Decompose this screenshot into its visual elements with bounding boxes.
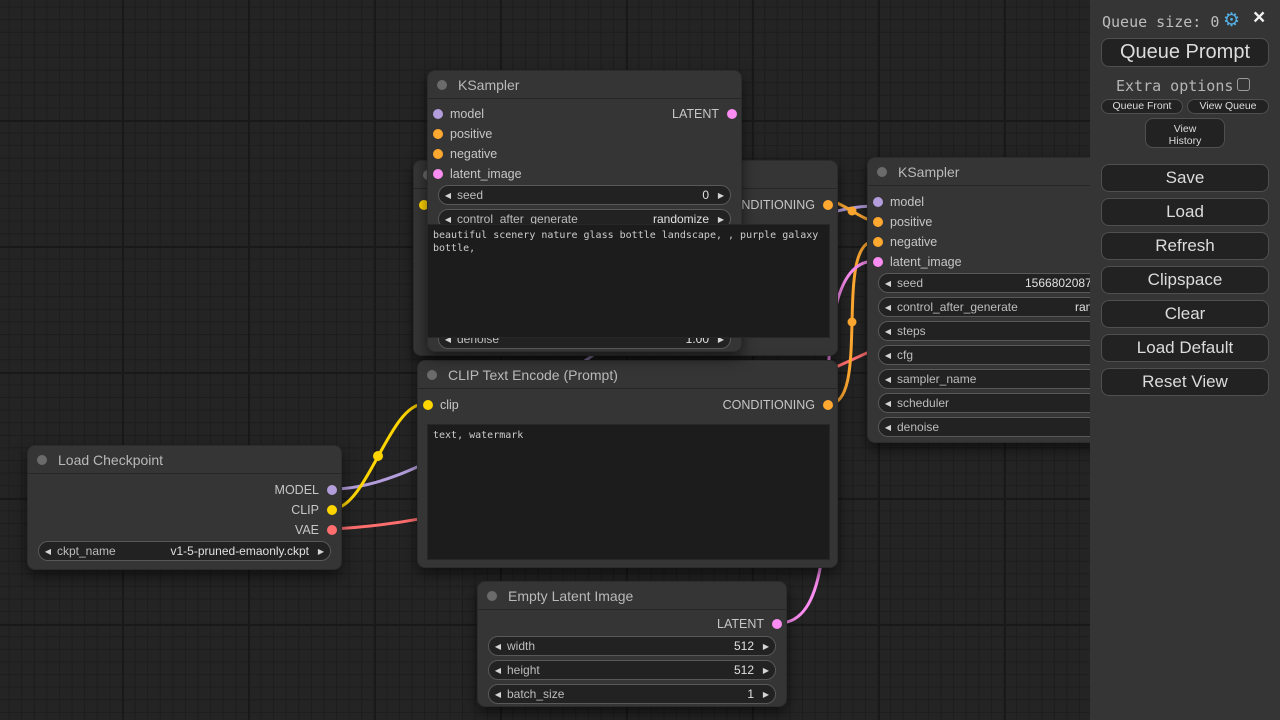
link-dot	[848, 318, 857, 327]
positive-prompt-textarea[interactable]: beautiful scenery nature glass bottle la…	[427, 224, 830, 338]
clear-button[interactable]: Clear	[1101, 300, 1269, 328]
decrement-arrow-icon[interactable]: ◀	[879, 279, 897, 288]
negative-input-slot[interactable]	[873, 237, 883, 247]
vae-output-slot[interactable]	[327, 525, 337, 535]
model-input-slot[interactable]	[873, 197, 883, 207]
load-button[interactable]: Load	[1101, 198, 1269, 226]
collapse-dot[interactable]	[487, 591, 497, 601]
clip-output-slot[interactable]	[327, 505, 337, 515]
increment-arrow-icon[interactable]: ▶	[757, 690, 775, 699]
reset-view-button[interactable]: Reset View	[1101, 368, 1269, 396]
clipspace-button[interactable]: Clipspace	[1101, 266, 1269, 294]
decrement-arrow-icon[interactable]: ◀	[879, 351, 897, 360]
refresh-button[interactable]: Refresh	[1101, 232, 1269, 260]
height-widget[interactable]: ◀ height 512 ▶	[488, 660, 776, 680]
decrement-arrow-icon[interactable]: ◀	[39, 547, 57, 556]
decrement-arrow-icon[interactable]: ◀	[879, 399, 897, 408]
collapse-dot[interactable]	[427, 370, 437, 380]
close-icon[interactable]: ×	[1253, 7, 1265, 28]
model-output-slot[interactable]	[327, 485, 337, 495]
decrement-arrow-icon[interactable]: ◀	[879, 375, 897, 384]
decrement-arrow-icon[interactable]: ◀	[879, 303, 897, 312]
latent-output-slot[interactable]	[772, 619, 782, 629]
extra-options-label: Extra options	[1116, 77, 1233, 95]
increment-arrow-icon[interactable]: ▶	[312, 547, 330, 556]
decrement-arrow-icon[interactable]: ◀	[489, 666, 507, 675]
decrement-arrow-icon[interactable]: ◀	[439, 191, 457, 200]
latent-output-slot[interactable]	[727, 109, 737, 119]
collapse-dot[interactable]	[877, 167, 887, 177]
save-button[interactable]: Save	[1101, 164, 1269, 192]
positive-input-slot[interactable]	[873, 217, 883, 227]
link-dot	[848, 207, 857, 216]
negative-prompt-textarea[interactable]: text, watermark	[427, 424, 830, 560]
link-dot	[373, 451, 383, 461]
decrement-arrow-icon[interactable]: ◀	[879, 327, 897, 336]
decrement-arrow-icon[interactable]: ◀	[489, 642, 507, 651]
negative-input-slot[interactable]	[433, 149, 443, 159]
collapse-dot[interactable]	[437, 80, 447, 90]
menu-sidebar: Queue size: 0 Queue Prompt Extra options…	[1090, 0, 1280, 720]
load-default-button[interactable]: Load Default	[1101, 334, 1269, 362]
width-widget[interactable]: ◀ width 512 ▶	[488, 636, 776, 656]
batch-size-widget[interactable]: ◀ batch_size 1 ▶	[488, 684, 776, 704]
decrement-arrow-icon[interactable]: ◀	[439, 215, 457, 224]
queue-size-label: Queue size: 0	[1102, 13, 1219, 31]
positive-input-slot[interactable]	[433, 129, 443, 139]
view-history-button[interactable]: ViewHistory	[1145, 118, 1225, 148]
conditioning-output-slot[interactable]	[823, 400, 833, 410]
increment-arrow-icon[interactable]: ▶	[712, 191, 730, 200]
queue-front-button[interactable]: Queue Front	[1101, 99, 1183, 114]
queue-prompt-button[interactable]: Queue Prompt	[1101, 38, 1269, 67]
decrement-arrow-icon[interactable]: ◀	[879, 423, 897, 432]
latent-image-input-slot[interactable]	[873, 257, 883, 267]
increment-arrow-icon[interactable]: ▶	[757, 642, 775, 651]
node-load-checkpoint[interactable]: Load Checkpoint MODEL CLIP VAE ◀ ckpt_na…	[27, 445, 342, 570]
view-queue-button[interactable]: View Queue	[1187, 99, 1269, 114]
ckpt-name-widget[interactable]: ◀ ckpt_name v1-5-pruned-emaonly.ckpt ▶	[38, 541, 331, 561]
settings-gear-icon[interactable]: ⚙	[1223, 9, 1240, 32]
decrement-arrow-icon[interactable]: ◀	[489, 690, 507, 699]
collapse-dot[interactable]	[37, 455, 47, 465]
latent-image-input-slot[interactable]	[433, 169, 443, 179]
node-title: CLIP Text Encode (Prompt)	[418, 361, 837, 389]
extra-options-checkbox[interactable]	[1237, 78, 1250, 91]
node-title: KSampler	[428, 71, 741, 99]
seed-widget[interactable]: ◀ seed 0 ▶	[438, 185, 731, 205]
node-title: Load Checkpoint	[28, 446, 341, 474]
node-title: Empty Latent Image	[478, 582, 786, 610]
conditioning-output-slot[interactable]	[823, 200, 833, 210]
increment-arrow-icon[interactable]: ▶	[757, 666, 775, 675]
increment-arrow-icon[interactable]: ▶	[712, 215, 730, 224]
node-empty-latent-image[interactable]: Empty Latent Image LATENT ◀ width 512 ▶ …	[477, 581, 787, 707]
